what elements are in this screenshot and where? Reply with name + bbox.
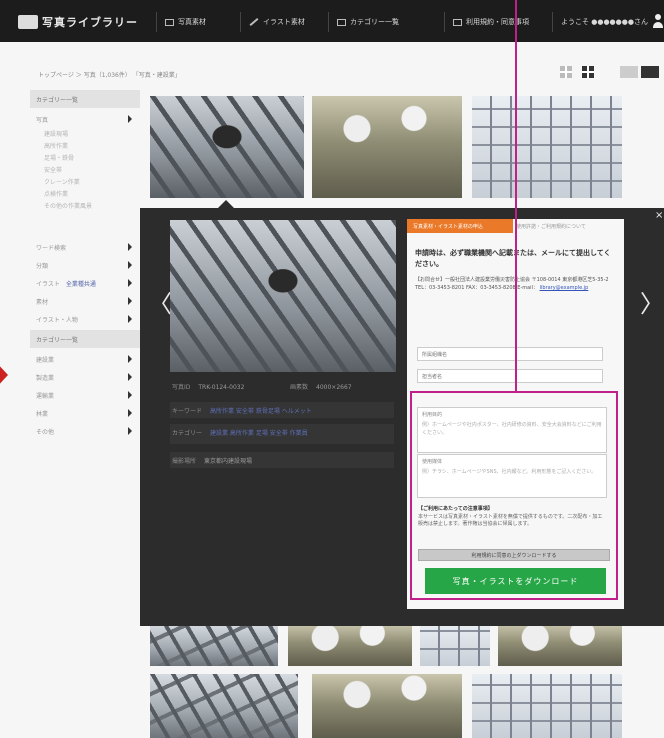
photo-thumbnail[interactable]	[150, 624, 278, 666]
sidebar-item-construction[interactable]: 建設業	[30, 352, 140, 366]
contact-email-link[interactable]: library@example.jp	[540, 285, 589, 291]
nav-item-categories[interactable]: カテゴリー一覧	[328, 12, 399, 32]
logo-mark-icon	[18, 15, 38, 29]
photo-thumbnail[interactable]	[150, 674, 298, 738]
chevron-right-icon	[128, 115, 132, 123]
sidebar-item-other[interactable]: その他	[30, 424, 140, 438]
sidebar-tag: 全業種共通	[65, 280, 96, 288]
sidebar-item-material[interactable]: 素材	[30, 294, 140, 308]
photo-category: カテゴリー 建設業 高所作業 足場 安全帯 作業員	[172, 430, 308, 437]
photo-credit: 撮影場所 東京都内建設現場	[172, 458, 253, 465]
chevron-right-icon	[128, 315, 132, 323]
chevron-right-icon	[128, 373, 132, 381]
chevron-right-icon	[128, 427, 132, 435]
nav-item-user[interactable]: ようこそ ●●●●●●●さん	[552, 12, 648, 32]
page-prev-button[interactable]	[620, 66, 638, 78]
left-edge-marker	[0, 360, 12, 390]
close-icon[interactable]: ×	[655, 210, 663, 221]
logo-text: 写真ライブラリー	[42, 16, 138, 29]
organization-field[interactable]: 所属組織名	[417, 347, 603, 361]
grid-icon	[337, 18, 346, 26]
site-logo[interactable]: 写真ライブラリー	[18, 12, 138, 32]
chevron-right-icon	[128, 279, 132, 287]
nav-item-photos[interactable]: 写真素材	[156, 12, 206, 32]
nav-item-illustrations[interactable]: イラスト素材	[240, 12, 305, 32]
sidebar-item-illust-person[interactable]: イラスト・人物	[30, 312, 140, 326]
photo-preview	[170, 220, 396, 372]
sidebar-item-manufacturing[interactable]: 製造業	[30, 370, 140, 384]
chevron-right-icon	[128, 391, 132, 399]
photo-keywords: キーワード 高所作業 安全帯 鉄骨足場 ヘルメット	[172, 408, 312, 415]
sidebar-subitem[interactable]: その他の作業風景	[30, 198, 140, 212]
chevron-right-icon	[128, 243, 132, 251]
sidebar-item-forestry[interactable]: 林業	[30, 406, 140, 420]
sidebar-item-transport[interactable]: 運輸業	[30, 388, 140, 402]
list-view-icon[interactable]	[560, 66, 572, 78]
sidebar-item-photos[interactable]: 写真	[30, 112, 140, 126]
photo-thumbnail[interactable]	[472, 96, 622, 198]
annotation-highlight-box	[410, 391, 618, 600]
annotation-guide-line	[515, 0, 517, 392]
photo-size: 画素数 4000×2667	[290, 384, 352, 391]
tab-terms[interactable]: 使用許諾・ご利用規約について	[516, 219, 626, 233]
contact-name-field[interactable]: 担当者名	[417, 369, 603, 383]
photo-thumbnail[interactable]	[498, 624, 622, 666]
page-next-button[interactable]	[641, 66, 659, 78]
photo-thumbnail[interactable]	[312, 96, 462, 198]
grid-view-icon[interactable]	[582, 66, 594, 78]
sidebar: カテゴリー一覧 写真 建設現場 高所作業 足場・鉄骨 安全帯 クレーン作業 点検…	[30, 86, 140, 486]
photo-thumbnail[interactable]	[420, 624, 490, 666]
sidebar-item-illust[interactable]: イラスト 全業種共通	[30, 276, 140, 290]
chevron-right-icon	[128, 355, 132, 363]
photo-thumbnail[interactable]	[288, 624, 412, 666]
prev-arrow-icon[interactable]: 〈	[148, 284, 172, 319]
top-nav-bar: 写真ライブラリー 写真素材 イラスト素材 カテゴリー一覧 利用規約・同意事項 よ…	[0, 0, 664, 42]
nav-item-label: イラスト素材	[263, 18, 305, 26]
pen-icon	[249, 18, 259, 26]
nav-item-label: カテゴリー一覧	[350, 18, 399, 26]
sidebar-item-keyword[interactable]: ワード検索	[30, 240, 140, 254]
next-arrow-icon[interactable]: 〉	[640, 284, 664, 319]
chevron-right-icon	[128, 409, 132, 417]
chevron-right-icon	[128, 297, 132, 305]
sidebar-heading: カテゴリー一覧	[30, 90, 140, 108]
breadcrumb: トップページ ＞ 写真（1,036件） 「写真・建設業」	[38, 72, 181, 79]
camera-icon	[165, 18, 174, 26]
chevron-right-icon	[128, 261, 132, 269]
page: 写真ライブラリー 写真素材 イラスト素材 カテゴリー一覧 利用規約・同意事項 よ…	[0, 0, 664, 738]
photo-thumbnail[interactable]	[472, 674, 622, 738]
photo-thumbnail[interactable]	[150, 96, 304, 198]
photo-thumbnail[interactable]	[312, 674, 462, 738]
sidebar-heading: カテゴリー一覧	[30, 330, 140, 348]
document-icon	[453, 18, 462, 26]
photo-id: 写真ID TRK-0124-0032	[172, 384, 245, 391]
modal-pointer	[218, 200, 234, 208]
nav-item-label: 写真素材	[178, 18, 206, 26]
user-icon[interactable]	[653, 14, 663, 30]
tab-application[interactable]: 写真素材・イラスト素材の申込	[407, 219, 513, 233]
nav-item-label: 利用規約・同意事項	[466, 18, 529, 26]
sidebar-item-class[interactable]: 分類	[30, 258, 140, 272]
user-greeting: ようこそ ●●●●●●●さん	[561, 18, 648, 26]
